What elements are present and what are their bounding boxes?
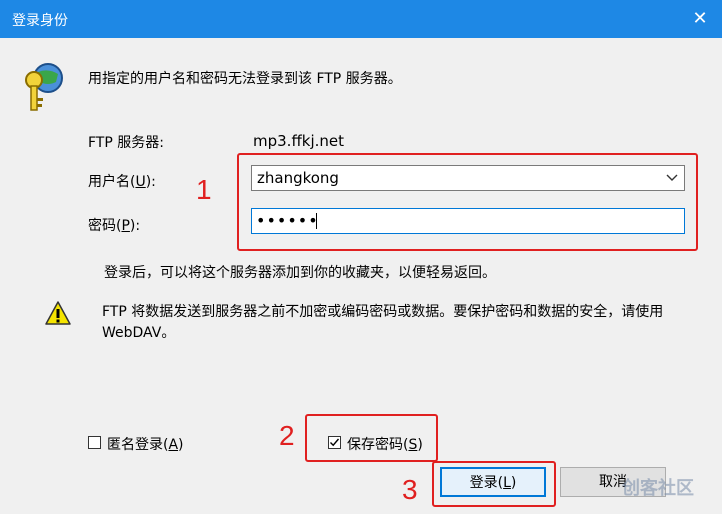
- save-password-highlight-box: [305, 414, 438, 462]
- info-text: 登录后，可以将这个服务器添加到你的收藏夹，以便轻易返回。: [104, 265, 496, 281]
- credentials-highlight-box: [237, 153, 698, 251]
- username-label: 用户名(U):: [88, 174, 156, 190]
- ftp-server-value: mp3.ffkj.net: [253, 132, 345, 150]
- error-message: 用指定的用户名和密码无法登录到该 FTP 服务器。: [88, 71, 402, 87]
- window-title: 登录身份: [12, 13, 68, 29]
- close-icon[interactable]: ✕: [686, 6, 714, 32]
- annotation-3: 3: [402, 474, 418, 505]
- annotation-1: 1: [196, 174, 212, 205]
- login-key-icon: [22, 58, 70, 114]
- anonymous-login-checkbox[interactable]: [88, 436, 101, 449]
- warning-text-line2: WebDAV。: [102, 325, 176, 341]
- ftp-server-label: FTP 服务器:: [88, 135, 164, 151]
- warning-text-line1: FTP 将数据发送到服务器之前不加密或编码密码或数据。要保护密码和数据的安全，请…: [102, 304, 664, 320]
- warning-icon: [44, 300, 72, 330]
- title-bar: 登录身份 ✕: [0, 0, 722, 38]
- password-label: 密码(P):: [88, 218, 141, 234]
- watermark: 创客社区: [622, 478, 694, 499]
- anonymous-login-label[interactable]: 匿名登录(A): [107, 434, 184, 454]
- annotation-2: 2: [279, 420, 295, 451]
- login-highlight-box: [432, 461, 556, 507]
